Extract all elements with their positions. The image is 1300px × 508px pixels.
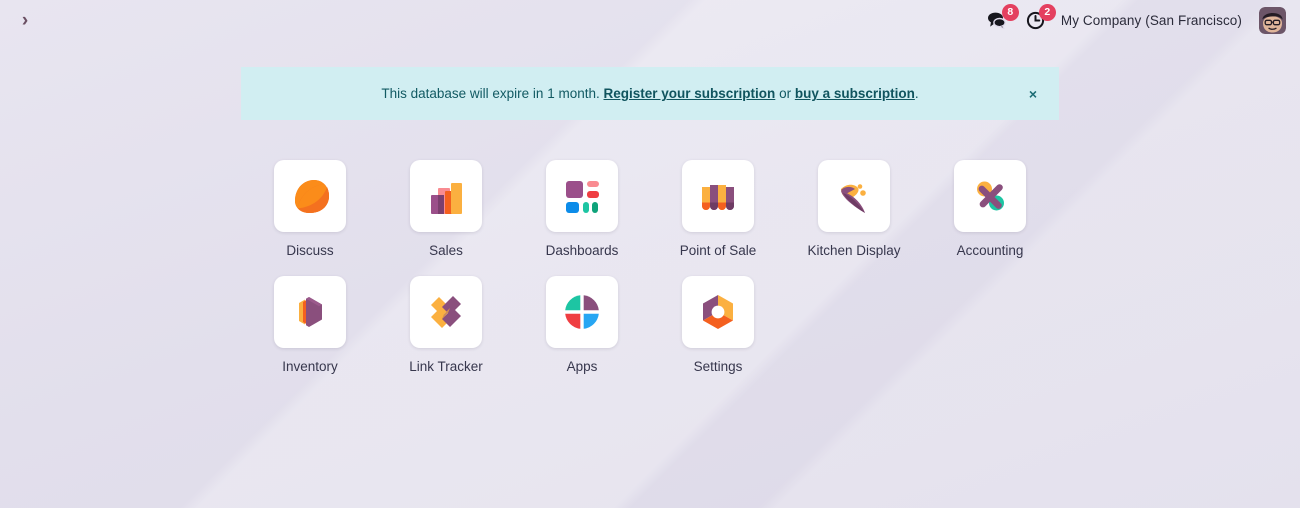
- banner-message: This database will expire in 1 month. Re…: [381, 86, 918, 101]
- topbar-right-group: 8 2 My Company (San Francisco): [984, 3, 1292, 34]
- settings-icon: [693, 287, 743, 337]
- apps-icon: [557, 287, 607, 337]
- messages-button[interactable]: 8: [984, 4, 1019, 31]
- app-tile: [274, 160, 346, 232]
- app-tile: [682, 276, 754, 348]
- company-switcher[interactable]: My Company (San Francisco): [1061, 13, 1242, 28]
- sidebar-toggle-button[interactable]: ›: [14, 11, 36, 30]
- app-item-accounting[interactable]: Accounting: [922, 160, 1058, 258]
- app-tile: [818, 160, 890, 232]
- dashboards-icon: [557, 171, 607, 221]
- app-label: Link Tracker: [409, 359, 483, 374]
- app-label: Accounting: [956, 243, 1024, 258]
- app-item-link-tracker[interactable]: Link Tracker: [378, 276, 514, 374]
- sales-icon: [421, 171, 471, 221]
- app-label: Dashboards: [545, 243, 619, 258]
- point-of-sale-icon: [693, 171, 743, 221]
- app-item-apps[interactable]: Apps: [514, 276, 650, 374]
- app-tile: [546, 160, 618, 232]
- accounting-icon: [965, 171, 1015, 221]
- app-label: Apps: [566, 359, 598, 374]
- top-navbar: › 8 2 My Company (San Francisco): [0, 0, 1300, 40]
- apps-area: Discuss Sales Dashboards Point of Sale K…: [0, 160, 1300, 374]
- app-item-discuss[interactable]: Discuss: [242, 160, 378, 258]
- app-tile: [682, 160, 754, 232]
- subscription-expiry-banner: This database will expire in 1 month. Re…: [241, 67, 1059, 120]
- banner-message-text: This database will expire in 1 month.: [381, 86, 600, 101]
- app-label: Discuss: [286, 243, 334, 258]
- app-item-inventory[interactable]: Inventory: [242, 276, 378, 374]
- app-item-settings[interactable]: Settings: [650, 276, 786, 374]
- app-tile: [954, 160, 1026, 232]
- inventory-icon: [285, 287, 335, 337]
- app-tile: [410, 276, 482, 348]
- app-item-point-of-sale[interactable]: Point of Sale: [650, 160, 786, 258]
- register-subscription-link[interactable]: Register your subscription: [604, 86, 776, 101]
- app-label: Inventory: [282, 359, 338, 374]
- app-label: Point of Sale: [679, 243, 757, 258]
- discuss-icon: [285, 171, 335, 221]
- app-item-kitchen-display[interactable]: Kitchen Display: [786, 160, 922, 258]
- app-tile: [410, 160, 482, 232]
- app-tile: [274, 276, 346, 348]
- link-tracker-icon: [421, 287, 471, 337]
- activities-button[interactable]: 2: [1024, 3, 1056, 32]
- banner-conjunction: or: [779, 86, 792, 101]
- activities-badge-count: 2: [1038, 3, 1056, 21]
- avatar[interactable]: [1259, 6, 1286, 34]
- close-icon[interactable]: ×: [1023, 83, 1043, 105]
- app-label: Kitchen Display: [807, 243, 901, 258]
- buy-subscription-link[interactable]: buy a subscription: [795, 86, 915, 101]
- banner-period: .: [914, 86, 919, 101]
- app-tile: [546, 276, 618, 348]
- app-label: Settings: [693, 359, 743, 374]
- app-item-dashboards[interactable]: Dashboards: [514, 160, 650, 258]
- apps-grid: Discuss Sales Dashboards Point of Sale K…: [242, 160, 1058, 374]
- kitchen-display-icon: [829, 171, 879, 221]
- app-label: Sales: [429, 243, 463, 258]
- messages-badge-count: 8: [1001, 4, 1019, 21]
- app-item-sales[interactable]: Sales: [378, 160, 514, 258]
